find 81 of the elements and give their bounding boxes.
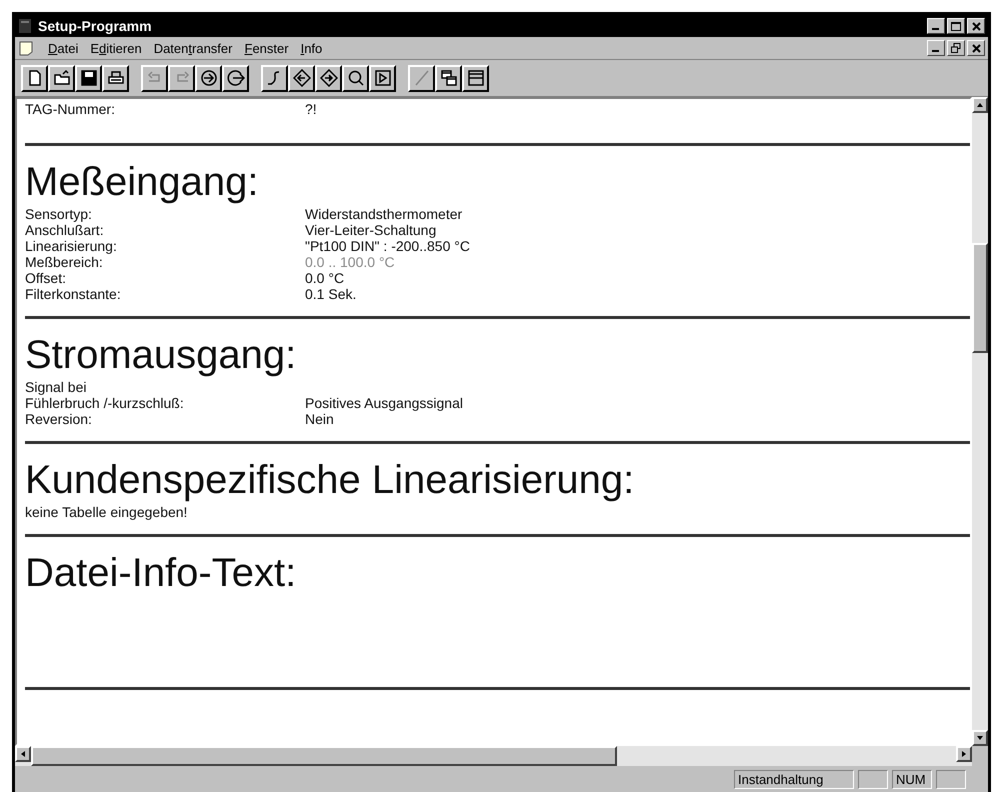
field-label: Anschlußart: bbox=[25, 222, 105, 238]
field-label: Reversion: bbox=[25, 411, 93, 427]
toolbar-button[interactable] bbox=[222, 64, 249, 92]
toolbar-button[interactable] bbox=[315, 64, 342, 92]
right-arrow-icon bbox=[960, 750, 968, 758]
printer-icon bbox=[106, 69, 124, 87]
menu-item[interactable]: Fenster bbox=[244, 40, 289, 56]
up-arrow-icon bbox=[976, 101, 984, 109]
status-panel: Instandhaltung bbox=[734, 770, 854, 788]
menu-item[interactable]: Datei bbox=[48, 40, 78, 56]
field-value: 0.0 .. 100.0 °C bbox=[305, 254, 396, 270]
menu-item[interactable]: Editieren bbox=[90, 40, 142, 56]
restore-button[interactable] bbox=[947, 40, 965, 56]
toolbar-button[interactable] bbox=[102, 64, 129, 92]
field-value: Vier-Leiter-Schaltung bbox=[305, 222, 438, 238]
diamond-arrow-icon bbox=[320, 69, 338, 87]
field-label: keine Tabelle eingegeben! bbox=[25, 504, 188, 520]
left-arrow-icon bbox=[19, 750, 27, 758]
scroll-left-button[interactable] bbox=[15, 746, 31, 762]
field-value: 0.0 °C bbox=[305, 270, 346, 286]
status-panel bbox=[858, 770, 888, 788]
toolbar-button[interactable] bbox=[462, 64, 489, 92]
scroll-down-button[interactable] bbox=[972, 730, 988, 746]
field-value: Nein bbox=[305, 411, 335, 427]
status-panel bbox=[936, 770, 966, 788]
close-icon bbox=[972, 44, 980, 52]
toolbar-button[interactable] bbox=[75, 64, 102, 92]
toolbar-button[interactable] bbox=[369, 64, 396, 92]
field-label: Filterkonstante: bbox=[25, 286, 122, 302]
field-value: "Pt100 DIN" : -200..850 °C bbox=[305, 238, 471, 254]
app-icon bbox=[18, 18, 32, 34]
play-box-icon bbox=[374, 69, 392, 87]
section-heading: Kundenspezifische Linearisierung: bbox=[25, 458, 636, 502]
menu-item[interactable]: Info bbox=[300, 40, 322, 56]
section-heading: Datei-Info-Text: bbox=[25, 551, 298, 595]
scroll-thumb[interactable] bbox=[31, 746, 617, 766]
scroll-thumb[interactable] bbox=[972, 243, 988, 353]
field-label: Offset: bbox=[25, 270, 67, 286]
close-button[interactable] bbox=[967, 18, 985, 34]
field-label: Signal bei bbox=[25, 379, 88, 395]
minimize-button[interactable] bbox=[927, 40, 945, 56]
close-button[interactable] bbox=[967, 40, 985, 56]
section-heading: Stromausgang: bbox=[25, 333, 298, 377]
field-label: Meßbereich: bbox=[25, 254, 104, 270]
toolbar-button[interactable] bbox=[288, 64, 315, 92]
toolbar-button[interactable] bbox=[342, 64, 369, 92]
stacked-windows-icon bbox=[440, 69, 458, 87]
field-value: Positives Ausgangssignal bbox=[305, 395, 464, 411]
field-value: 0.1 Sek. bbox=[305, 286, 358, 302]
horizontal-scrollbar[interactable] bbox=[15, 746, 988, 766]
toolbar-button[interactable] bbox=[261, 64, 288, 92]
toolbar-button[interactable] bbox=[21, 64, 48, 92]
close-icon bbox=[972, 22, 980, 30]
menu-item[interactable]: Datentransfer bbox=[154, 40, 232, 56]
field-value: Widerstandsthermometer bbox=[305, 206, 464, 222]
pen-icon bbox=[412, 69, 430, 87]
maximize-button[interactable] bbox=[947, 18, 965, 34]
field-label: TAG-Nummer: bbox=[25, 101, 116, 117]
maximize-icon bbox=[951, 22, 961, 30]
open-folder-icon bbox=[52, 69, 70, 87]
scroll-up-button[interactable] bbox=[972, 97, 988, 113]
field-label: Linearisierung: bbox=[25, 238, 118, 254]
toolbar-button[interactable] bbox=[195, 64, 222, 92]
circle-arrow-icon bbox=[226, 69, 244, 87]
section-heading: Meßeingang: bbox=[25, 160, 260, 204]
field-label: Fühlerbruch /-kurzschluß: bbox=[25, 395, 185, 411]
scroll-right-button[interactable] bbox=[956, 746, 972, 762]
field-label: Sensortyp: bbox=[25, 206, 93, 222]
split-window-icon bbox=[466, 69, 484, 87]
restore-icon bbox=[951, 43, 961, 53]
window-title: Setup-Programm bbox=[38, 18, 153, 34]
down-arrow-icon bbox=[976, 734, 984, 742]
status-panel: NUM bbox=[892, 770, 932, 788]
toolbar-button[interactable] bbox=[435, 64, 462, 92]
vertical-scrollbar[interactable] bbox=[972, 97, 988, 746]
scrollbar-corner bbox=[972, 746, 988, 766]
diamond-arrow-icon bbox=[292, 69, 310, 87]
minimize-button[interactable] bbox=[927, 18, 945, 34]
field-value: ?! bbox=[305, 101, 318, 117]
search-icon bbox=[346, 69, 364, 87]
toolbar-button[interactable] bbox=[48, 64, 75, 92]
